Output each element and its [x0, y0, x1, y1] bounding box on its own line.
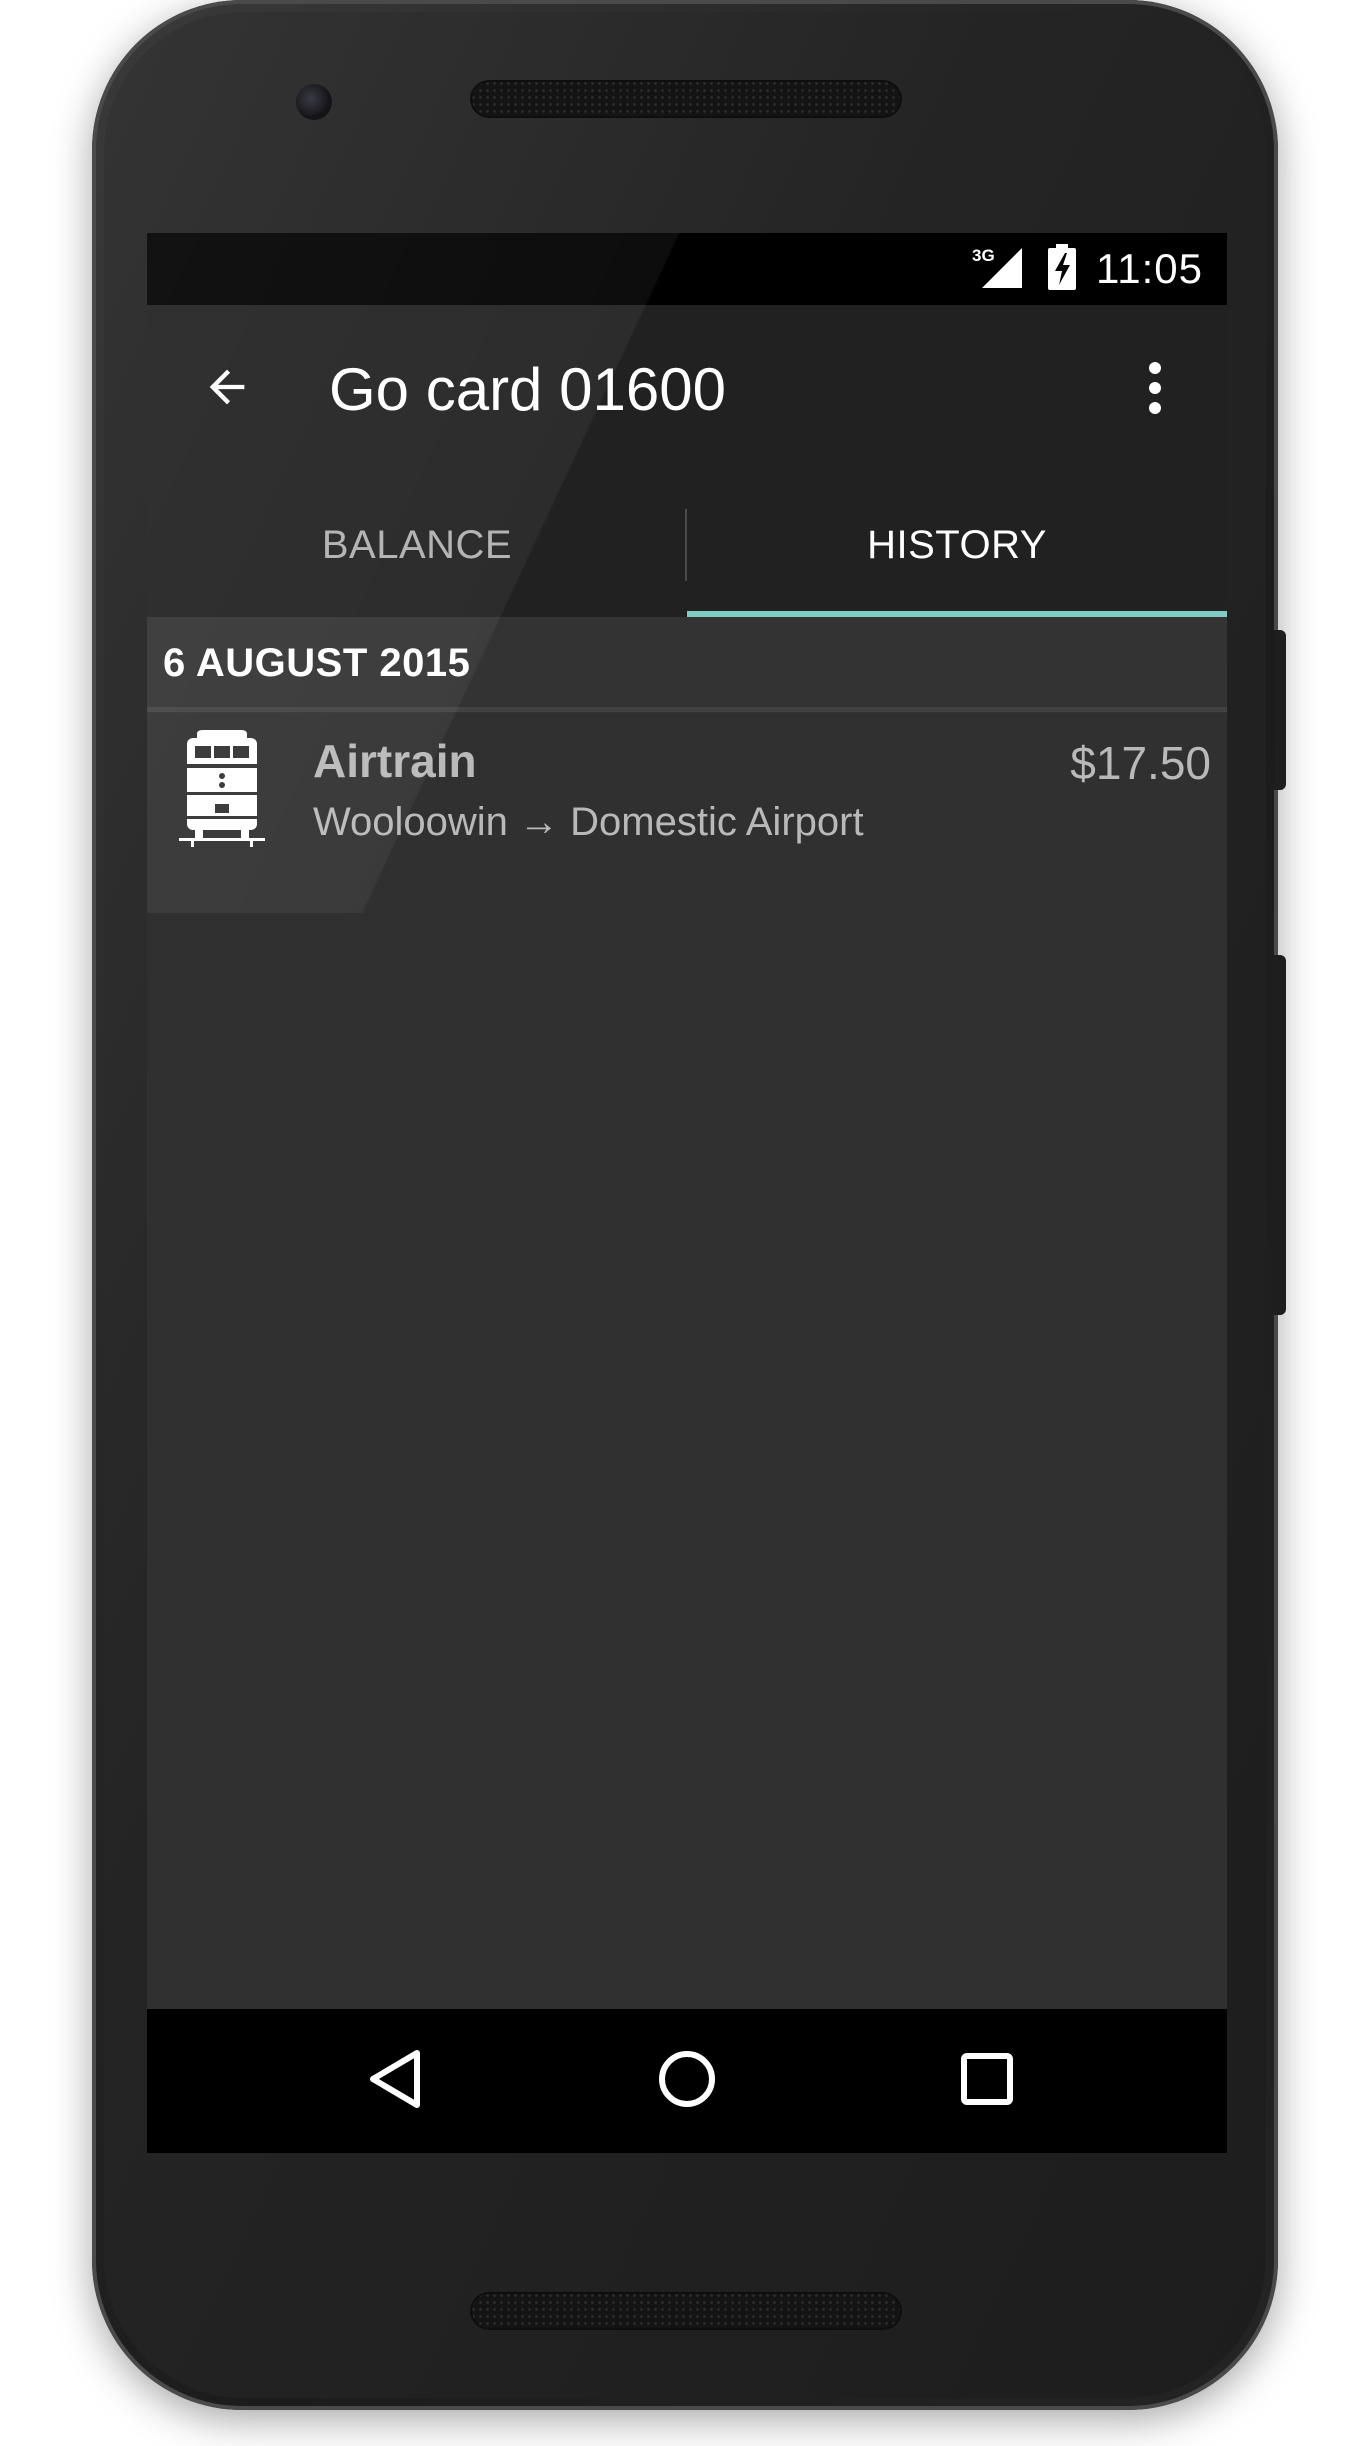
date-header-label: 6 AUGUST 2015 [163, 641, 471, 685]
svg-text:3G: 3G [972, 246, 995, 265]
status-bar: 3G 11:05 [147, 233, 1227, 305]
page-title: Go card 01600 [329, 356, 726, 423]
top-speaker [470, 80, 902, 118]
trip-route: Wooloowin → Domestic Airport [313, 800, 864, 844]
nav-home-icon [657, 2049, 717, 2114]
bottom-speaker [470, 2292, 902, 2330]
tab-bar: BALANCE HISTORY [147, 473, 1227, 617]
power-button [1274, 630, 1286, 790]
trip-fare: $17.50 [1070, 737, 1211, 789]
nav-home-button[interactable] [655, 2049, 719, 2113]
overflow-menu-button[interactable] [1123, 355, 1187, 425]
clock: 11:05 [1096, 245, 1203, 292]
train-icon [177, 728, 267, 848]
date-header: 6 AUGUST 2015 [147, 617, 1227, 713]
navigation-bar [147, 2009, 1227, 2153]
signal-3g-icon: 3G [970, 244, 1028, 295]
more-vert-icon [1145, 360, 1165, 421]
arrow-back-icon [201, 361, 253, 418]
app-bar: Go card 01600 [147, 305, 1227, 473]
tab-history-label: HISTORY [867, 522, 1047, 567]
nav-recents-button[interactable] [955, 2049, 1019, 2113]
volume-button [1274, 955, 1286, 1315]
nav-back-button[interactable] [363, 2049, 427, 2113]
nav-back-icon [367, 2049, 423, 2114]
trip-mode: Airtrain [313, 735, 477, 787]
tab-history[interactable]: HISTORY [687, 473, 1227, 617]
front-camera [296, 84, 332, 120]
back-button[interactable] [195, 357, 259, 421]
tab-balance[interactable]: BALANCE [147, 473, 687, 617]
trip-row[interactable]: Airtrain Wooloowin → Domestic Airport $1… [147, 712, 1227, 862]
tab-balance-label: BALANCE [321, 522, 513, 567]
nav-recents-icon [959, 2051, 1015, 2112]
battery-charging-icon [1046, 243, 1078, 296]
screen: 3G 11:05 Go card 01600 BALANCE HISTORY 6… [147, 233, 1227, 2153]
